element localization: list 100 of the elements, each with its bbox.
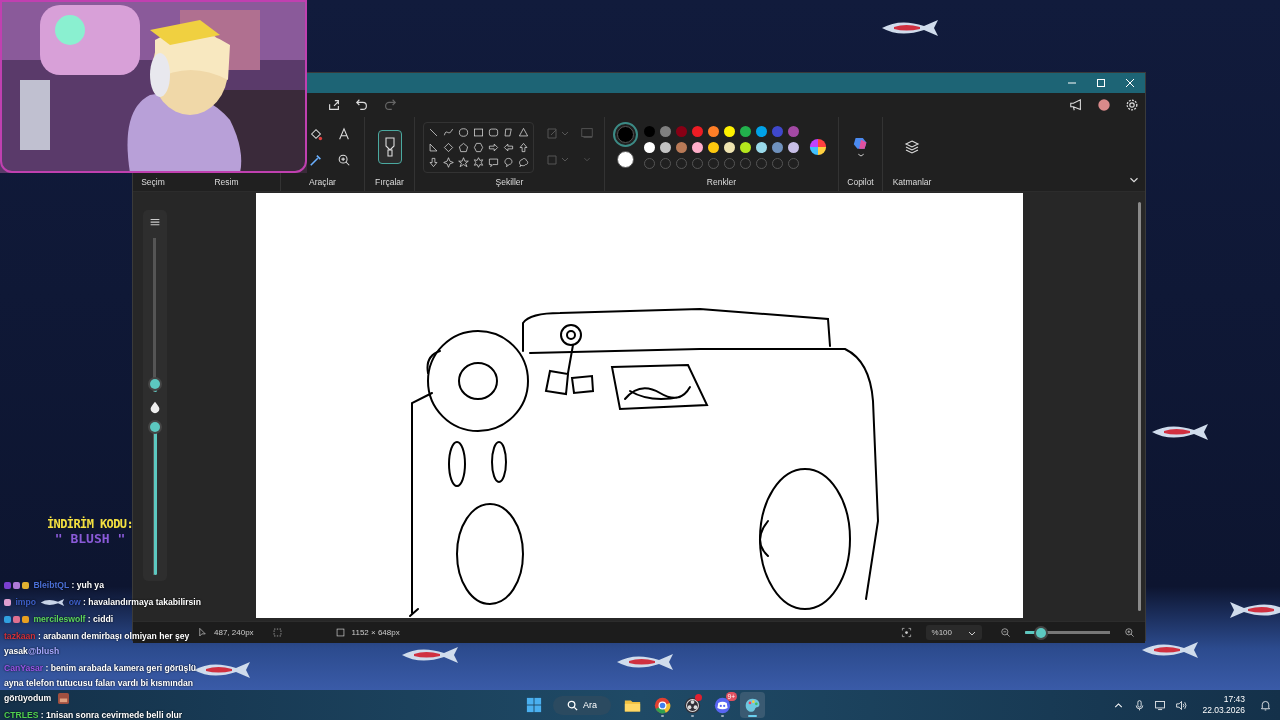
color-swatch[interactable] bbox=[739, 125, 751, 137]
opacity-slider[interactable] bbox=[150, 421, 160, 575]
color-swatch[interactable] bbox=[659, 125, 671, 137]
slider-thumb[interactable] bbox=[1035, 627, 1046, 638]
magnifier-icon[interactable] bbox=[336, 153, 351, 167]
color-swatch[interactable] bbox=[723, 125, 735, 137]
color-picker-icon[interactable] bbox=[308, 153, 323, 167]
color-swatch[interactable] bbox=[707, 125, 719, 137]
notification-icon[interactable] bbox=[1259, 698, 1272, 712]
color-swatch[interactable] bbox=[771, 141, 783, 153]
shape-larrow-icon[interactable] bbox=[503, 141, 514, 153]
share-icon[interactable] bbox=[327, 98, 341, 112]
shape-darrow-icon[interactable] bbox=[428, 156, 439, 168]
shape-curve-icon[interactable] bbox=[443, 126, 454, 138]
color-swatch[interactable] bbox=[787, 141, 799, 153]
shape-diamond-icon[interactable] bbox=[443, 141, 454, 153]
mention-link[interactable]: @blush bbox=[27, 646, 60, 656]
chat-message: BleibtQL : yuh ya bbox=[33, 580, 104, 590]
color-swatch[interactable] bbox=[739, 141, 751, 153]
chat-message: : havalandırmaya takabilirsin bbox=[83, 597, 201, 607]
current-color-swatch[interactable] bbox=[616, 126, 634, 143]
taskbar-app[interactable] bbox=[740, 692, 765, 718]
color-swatch[interactable] bbox=[659, 141, 671, 153]
chat-username[interactable]: mercileswolf bbox=[33, 614, 86, 624]
group-label: Katmanlar bbox=[892, 177, 932, 189]
color-swatch[interactable] bbox=[723, 141, 735, 153]
shape-star5-icon[interactable] bbox=[458, 156, 469, 168]
fish-icon bbox=[1140, 640, 1200, 660]
fish-icon bbox=[880, 18, 940, 38]
color-swatch[interactable] bbox=[755, 141, 767, 153]
color-swatch[interactable] bbox=[707, 141, 719, 153]
group-label: Seçim bbox=[141, 177, 165, 189]
group-label: Araçlar bbox=[309, 177, 336, 189]
megaphone-icon[interactable] bbox=[1069, 98, 1083, 112]
color-swatch[interactable] bbox=[787, 125, 799, 137]
drawing-canvas[interactable] bbox=[256, 193, 1023, 618]
shape-oval-icon[interactable] bbox=[458, 126, 469, 138]
brush-button[interactable] bbox=[377, 130, 402, 164]
volume-icon[interactable] bbox=[1175, 698, 1189, 712]
shape-calloval-icon[interactable] bbox=[503, 156, 514, 168]
layers-icon[interactable] bbox=[904, 139, 920, 155]
shape-rtri-icon[interactable] bbox=[428, 141, 439, 153]
fill-bucket-icon[interactable] bbox=[308, 127, 323, 141]
search-field[interactable]: Ara bbox=[553, 695, 611, 715]
color-swatch[interactable] bbox=[643, 125, 655, 137]
chat-username[interactable]: ow bbox=[68, 597, 81, 607]
redo-icon[interactable] bbox=[383, 98, 397, 112]
shape-uarrow-icon[interactable] bbox=[518, 141, 529, 153]
shape-rarrow-icon[interactable] bbox=[488, 141, 499, 153]
shape-rect-icon[interactable] bbox=[473, 126, 484, 138]
maximize-icon[interactable] bbox=[1096, 78, 1106, 88]
selection-icon bbox=[271, 627, 283, 638]
promo-title: İNDİRİM KODU: bbox=[46, 517, 134, 531]
color-swatch[interactable] bbox=[691, 141, 703, 153]
current-color-swatch[interactable] bbox=[616, 151, 634, 168]
fish-icon bbox=[1150, 422, 1210, 442]
fish-icon bbox=[39, 598, 66, 608]
canvas-size-icon bbox=[334, 627, 346, 638]
shape-rrect-icon[interactable] bbox=[488, 126, 499, 138]
chat-message: CTRLES : 1nisan sonra cevirmede belli olur bbox=[4, 710, 183, 720]
color-swatch[interactable] bbox=[771, 125, 783, 137]
color-swatch[interactable] bbox=[755, 125, 767, 137]
shape-line-icon[interactable] bbox=[428, 126, 439, 138]
close-icon[interactable] bbox=[1125, 78, 1135, 88]
chat-username[interactable]: CTRLES bbox=[4, 710, 39, 720]
shape-callrect-icon[interactable] bbox=[488, 156, 499, 168]
chat-username[interactable]: BleibtQL bbox=[33, 580, 70, 590]
clock-date[interactable]: 22.03.2026 bbox=[1202, 705, 1245, 716]
color-swatch[interactable] bbox=[691, 125, 703, 137]
settings-icon[interactable] bbox=[1125, 98, 1139, 112]
chat-username[interactable]: impo bbox=[15, 597, 36, 607]
cursor-position: 487, 240px bbox=[214, 628, 254, 637]
shape-hex-icon[interactable] bbox=[473, 141, 484, 153]
group-label: Fırçalar bbox=[375, 177, 404, 189]
start-icon[interactable] bbox=[526, 697, 542, 713]
avatar-icon[interactable] bbox=[1097, 98, 1111, 112]
shape-star4-icon[interactable] bbox=[443, 156, 454, 168]
color-swatch[interactable] bbox=[675, 125, 687, 137]
zoom-in-icon[interactable] bbox=[1124, 627, 1135, 638]
clock-time[interactable]: 17:43 bbox=[1223, 694, 1245, 705]
shape-poly-icon[interactable] bbox=[503, 126, 514, 138]
zoom-out-icon[interactable] bbox=[1000, 627, 1011, 638]
text-icon[interactable] bbox=[336, 127, 351, 141]
shape-star6-icon[interactable] bbox=[473, 156, 484, 168]
shape-callcloud-icon[interactable] bbox=[518, 156, 529, 168]
color-swatch[interactable] bbox=[643, 141, 655, 153]
network-icon[interactable] bbox=[1154, 698, 1168, 712]
chat-message: CanYasar : benim arabada kamera geri görüşlü ayna telefon tutucusu falan vardı bi kısmından görüyodum bbox=[4, 663, 197, 703]
scrollbar[interactable] bbox=[1138, 202, 1141, 611]
cursor-icon bbox=[197, 627, 208, 638]
undo-icon[interactable] bbox=[355, 98, 369, 112]
fit-screen-icon[interactable] bbox=[900, 627, 912, 638]
zoom-dropdown[interactable]: %100 bbox=[925, 625, 982, 640]
color-wheel-icon[interactable] bbox=[808, 138, 827, 156]
shape-tri-icon[interactable] bbox=[518, 126, 529, 138]
slider-thumb[interactable] bbox=[150, 378, 160, 389]
color-swatch[interactable] bbox=[675, 141, 687, 153]
shape-pent-icon[interactable] bbox=[458, 141, 469, 153]
slider-thumb[interactable] bbox=[150, 421, 160, 432]
paint-icon bbox=[744, 696, 761, 714]
